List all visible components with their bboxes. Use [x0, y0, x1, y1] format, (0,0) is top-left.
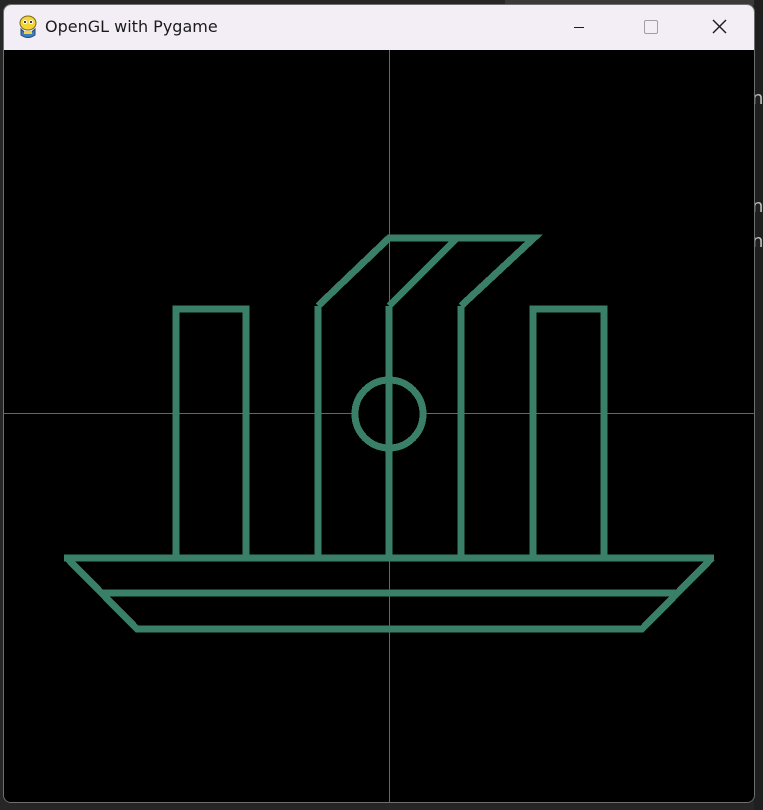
- minimize-button[interactable]: [544, 5, 614, 50]
- close-icon: [712, 19, 727, 34]
- opengl-viewport[interactable]: [4, 50, 754, 802]
- background-window-edge: [754, 0, 763, 810]
- sail-diagonal: [386, 235, 460, 309]
- pygame-snake-icon: [17, 15, 39, 39]
- window-title: OpenGL with Pygame: [45, 17, 218, 36]
- pygame-window: OpenGL with Pygame: [3, 4, 755, 803]
- maximize-icon: [644, 20, 658, 34]
- maximize-button[interactable]: [614, 5, 684, 50]
- left-smokestack: [172, 305, 250, 558]
- close-button[interactable]: [684, 5, 754, 50]
- right-smokestack: [529, 305, 608, 558]
- title-bar[interactable]: OpenGL with Pygame: [4, 5, 754, 50]
